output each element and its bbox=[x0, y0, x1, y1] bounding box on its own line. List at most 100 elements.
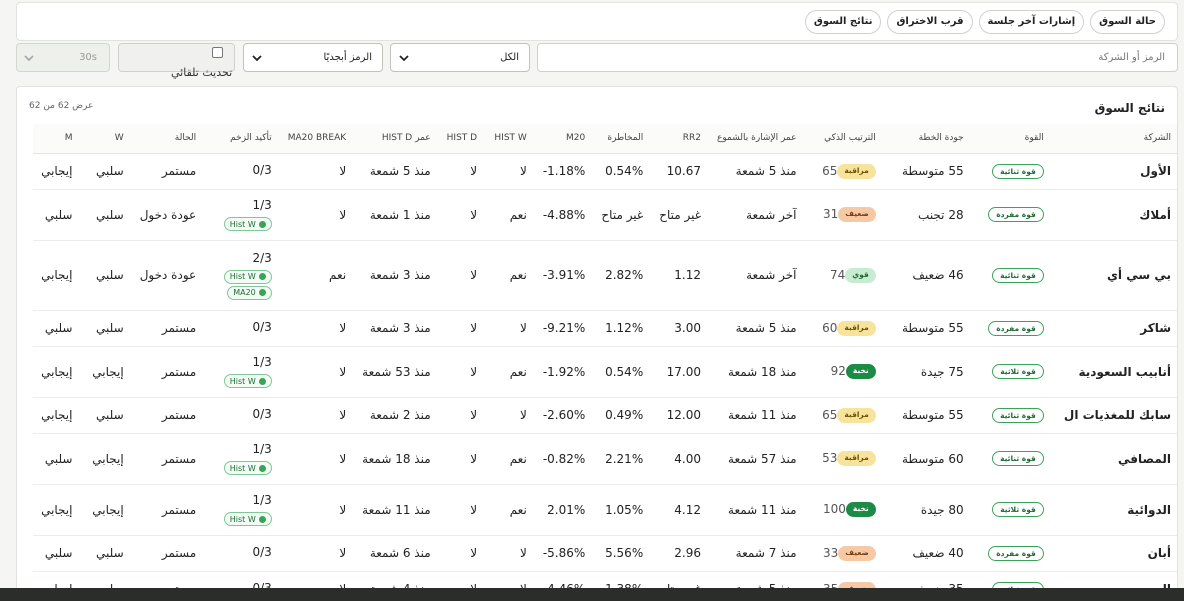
momentum-confirm-cell: 1/3 Hist W bbox=[204, 189, 280, 241]
table-row[interactable]: الدوائية قوة ثلاثية 80 جيدة نخبة100 منذ 11 ش… bbox=[33, 484, 1177, 536]
strength-cell: قوة ثلاثية bbox=[971, 484, 1052, 536]
interval-value: 30s bbox=[79, 52, 97, 63]
rank-score: 92 bbox=[830, 364, 846, 378]
strength-cell: قوة ثنائية bbox=[971, 397, 1052, 434]
hist-w-value: لا bbox=[485, 153, 535, 190]
auto-refresh-label: تحديث تلقائي bbox=[171, 66, 233, 79]
table-header-row: الشركة القوة جودة الخطة الترتيب الذكي عمر ال… bbox=[33, 124, 1177, 154]
tab-market-status[interactable]: حالة السوق bbox=[1090, 9, 1165, 34]
rank-badge: مراقبة bbox=[837, 320, 876, 336]
rr2-value: 1.12 bbox=[651, 240, 710, 311]
hist-d-value: لا bbox=[438, 433, 486, 485]
sort-select[interactable]: الرمز أبجديًا bbox=[243, 43, 383, 72]
table-row[interactable]: أنابيب السعودية قوة ثلاثية 75 جيدة نخبة92 من… bbox=[33, 346, 1177, 398]
risk-value: 0.54% bbox=[593, 153, 652, 190]
m-value: سلبي bbox=[33, 535, 81, 572]
plan-quality: 55 متوسطة bbox=[883, 153, 972, 190]
momentum-confirm-cell: 2/3 Hist W MA20 bbox=[204, 240, 280, 311]
strength-badge: قوة ثنائية bbox=[992, 451, 1044, 466]
column-header[interactable]: جودة الخطة bbox=[883, 124, 972, 154]
w-value: سلبي bbox=[80, 310, 132, 347]
momentum-confirm-cell: 0/3 bbox=[204, 310, 280, 347]
results-count: عرض 62 من 62 bbox=[29, 101, 94, 111]
confirm-tag: Hist W bbox=[223, 217, 272, 231]
w-value: إيجابي bbox=[80, 484, 132, 536]
m-value: إيجابي bbox=[33, 346, 81, 398]
status-dot-icon bbox=[258, 464, 266, 472]
strength-cell: قوة ثنائية bbox=[971, 433, 1052, 485]
ma20-break-value: لا bbox=[279, 189, 355, 241]
tab-market-results[interactable]: نتائج السوق bbox=[804, 9, 882, 34]
rank-badge: ضعيف bbox=[838, 545, 876, 561]
column-header[interactable]: الحالة bbox=[131, 124, 205, 154]
column-header[interactable]: تأكيد الزخم bbox=[204, 124, 280, 154]
chevron-down-icon bbox=[399, 55, 409, 62]
table-row[interactable]: سابك للمغذيات ال قوة ثنائية 55 متوسطة مراقب… bbox=[33, 397, 1177, 434]
strength-badge: قوة ثلاثية bbox=[992, 502, 1044, 517]
plan-quality: 55 متوسطة bbox=[883, 310, 972, 347]
table-row[interactable]: أملاك قوة مفردة 28 تجنب ضعيف31 آخر شمعة غير م… bbox=[33, 189, 1177, 241]
table-row[interactable]: بي سي أي قوة ثنائية 46 ضعيف قوي74 آخر شمعة 1.… bbox=[33, 240, 1177, 311]
momentum-confirm-cell: 1/3 Hist W bbox=[204, 433, 280, 485]
table-row[interactable]: المصافي قوة ثنائية 60 متوسطة مراقبة53 منذ 57… bbox=[33, 433, 1177, 485]
hist-w-value: لا bbox=[485, 397, 535, 434]
plan-quality: 80 جيدة bbox=[883, 484, 972, 536]
smart-rank-cell: قوي74 bbox=[804, 240, 884, 311]
rr2-value: 3.00 bbox=[651, 310, 710, 347]
table-row[interactable]: شاكر قوة مفردة 55 متوسطة مراقبة60 منذ 5 شمعة… bbox=[33, 310, 1177, 347]
smart-rank-cell: نخبة100 bbox=[804, 484, 884, 536]
hist-d-value: لا bbox=[438, 484, 486, 536]
rank-score: 31 bbox=[822, 207, 839, 221]
confirm-count: 1/3 bbox=[252, 355, 272, 369]
column-header[interactable]: المخاطرة bbox=[593, 124, 652, 154]
column-header[interactable]: القوة bbox=[971, 124, 1052, 154]
risk-value: 5.56% bbox=[593, 535, 652, 572]
table-row[interactable]: أبان قوة مفردة 40 ضعيف ضعيف33 منذ 7 شمعة 2.96… bbox=[33, 535, 1177, 572]
tab-near-breakout[interactable]: قرب الاختراق bbox=[887, 9, 973, 34]
confirm-count: 2/3 bbox=[252, 250, 272, 265]
column-header[interactable]: HIST W bbox=[485, 124, 535, 154]
rank-badge: مراقبة bbox=[837, 451, 876, 466]
search-input[interactable]: الرمز أو الشركة bbox=[537, 43, 1178, 72]
rr2-value: غير متاح bbox=[651, 189, 710, 241]
risk-value: 0.54% bbox=[593, 346, 652, 398]
column-header[interactable]: MA20 BREAK bbox=[279, 124, 355, 154]
m-value: إيجابي bbox=[33, 484, 81, 536]
column-header[interactable]: الترتيب الذكي bbox=[804, 124, 884, 154]
plan-quality: 28 تجنب bbox=[883, 189, 972, 241]
confirm-count: 1/3 bbox=[252, 493, 272, 507]
momentum-confirm-cell: 0/3 bbox=[204, 153, 280, 190]
signal-age: منذ 7 شمعة bbox=[709, 535, 805, 572]
column-header[interactable]: عمر HIST D bbox=[354, 124, 439, 154]
company-name: الأول bbox=[1051, 153, 1177, 190]
rank-score: 74 bbox=[829, 267, 846, 282]
strength-badge: قوة ثنائية bbox=[992, 163, 1044, 179]
rr2-value: 4.12 bbox=[651, 484, 710, 536]
risk-value: 2.82% bbox=[593, 240, 652, 311]
m20-value: -2.60% bbox=[534, 397, 594, 434]
strength-badge: قوة ثنائية bbox=[992, 267, 1044, 283]
signal-age: آخر شمعة bbox=[709, 189, 805, 241]
column-header[interactable]: HIST D bbox=[438, 124, 486, 154]
plan-quality: 75 جيدة bbox=[883, 346, 972, 398]
group-select[interactable]: الكل bbox=[390, 43, 530, 72]
rank-badge: نخبة bbox=[845, 364, 876, 379]
m-value: سلبي bbox=[33, 310, 81, 347]
column-header[interactable]: M20 bbox=[534, 124, 594, 154]
signal-age: منذ 5 شمعة bbox=[709, 153, 805, 190]
tab-last-session-signals[interactable]: إشارات آخر جلسة bbox=[978, 9, 1085, 34]
column-header[interactable]: W bbox=[80, 124, 132, 154]
plan-quality: 46 ضعيف bbox=[883, 240, 972, 311]
hist-w-value: نعم bbox=[485, 433, 535, 485]
rank-score: 33 bbox=[822, 545, 839, 560]
rr2-value: 10.67 bbox=[651, 153, 710, 190]
column-header[interactable]: الشركة bbox=[1051, 124, 1177, 154]
column-header[interactable]: عمر الإشارة بالشموع bbox=[709, 124, 805, 154]
interval-select[interactable]: 30s bbox=[16, 43, 110, 72]
w-value: سلبي bbox=[80, 189, 132, 241]
confirm-count: 0/3 bbox=[252, 319, 272, 334]
auto-refresh-checkbox[interactable] bbox=[212, 47, 223, 58]
column-header[interactable]: M bbox=[33, 124, 81, 154]
table-row[interactable]: الأول قوة ثنائية 55 متوسطة مراقبة65 منذ 5 شم… bbox=[33, 153, 1177, 190]
column-header[interactable]: RR2 bbox=[651, 124, 710, 154]
